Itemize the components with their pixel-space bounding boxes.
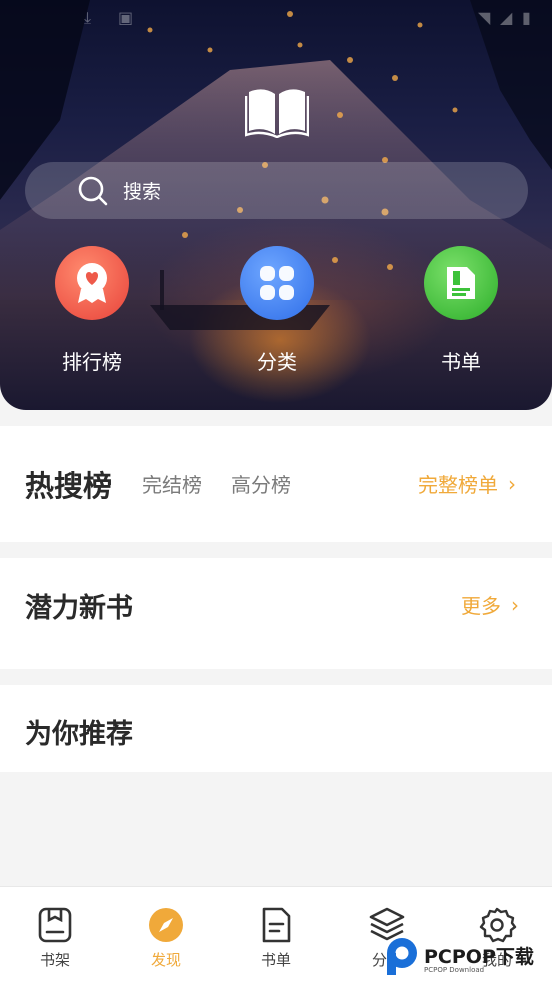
booklist-icon — [424, 246, 498, 320]
status-bar: ⤓ ▣ ◥ ◢ ▮ — [0, 0, 552, 36]
search-input[interactable] — [121, 162, 505, 221]
discover-header: ⤓ ▣ ◥ ◢ ▮ 排行榜 — [0, 0, 552, 410]
wifi-icon: ◥ — [478, 8, 491, 27]
full-ranking-label: 完整榜单 — [418, 473, 498, 497]
tab-hot-search[interactable]: 热搜榜 — [25, 463, 112, 505]
more-label: 更多 — [461, 594, 501, 618]
tab-high-score[interactable]: 高分榜 — [231, 469, 291, 498]
new-books-title: 潜力新书 — [25, 593, 133, 624]
tab-completed[interactable]: 完结榜 — [142, 469, 202, 498]
compass-icon — [149, 908, 183, 942]
search-bar[interactable] — [25, 162, 528, 221]
svg-text:PCPOP Download: PCPOP Download — [424, 966, 484, 974]
recommend-title: 为你推荐 — [25, 719, 133, 750]
nav-label: 书单 — [260, 951, 291, 969]
open-book-logo-icon — [245, 89, 309, 138]
document-icon — [262, 907, 291, 943]
full-ranking-link[interactable]: 完整榜单 › — [418, 469, 516, 498]
ranking-badge-icon — [55, 246, 129, 320]
search-icon — [78, 176, 108, 206]
more-link[interactable]: 更多 › — [461, 590, 519, 619]
quick-entry-category[interactable]: 分类 — [217, 246, 337, 375]
chevron-right-icon: › — [508, 471, 516, 496]
nav-bookshelf[interactable]: 书架 — [15, 905, 95, 970]
quick-entry-label: 分类 — [257, 350, 297, 374]
svg-text:PCPOP下载: PCPOP下载 — [424, 945, 534, 968]
signal-icon: ◢ — [500, 8, 513, 27]
pcpop-watermark-logo: PCPOP下载 PCPOP Download — [387, 938, 534, 975]
nav-discover[interactable]: 发现 — [126, 905, 206, 970]
notification-icon: ▣ — [118, 8, 134, 27]
nav-booklist[interactable]: 书单 — [236, 905, 316, 970]
battery-icon: ▮ — [522, 8, 531, 27]
quick-entry-label: 书单 — [441, 350, 481, 374]
quick-entry-label: 排行榜 — [62, 350, 122, 374]
nav-label: 发现 — [150, 951, 181, 969]
nav-label: 书架 — [39, 951, 70, 969]
quick-entry-ranking[interactable]: 排行榜 — [32, 246, 152, 375]
quick-entry-booklist[interactable]: 书单 — [401, 246, 521, 375]
category-grid-icon — [240, 246, 314, 320]
chevron-right-icon: › — [511, 592, 519, 617]
download-icon: ⤓ — [84, 8, 92, 27]
bookshelf-icon — [38, 907, 72, 943]
